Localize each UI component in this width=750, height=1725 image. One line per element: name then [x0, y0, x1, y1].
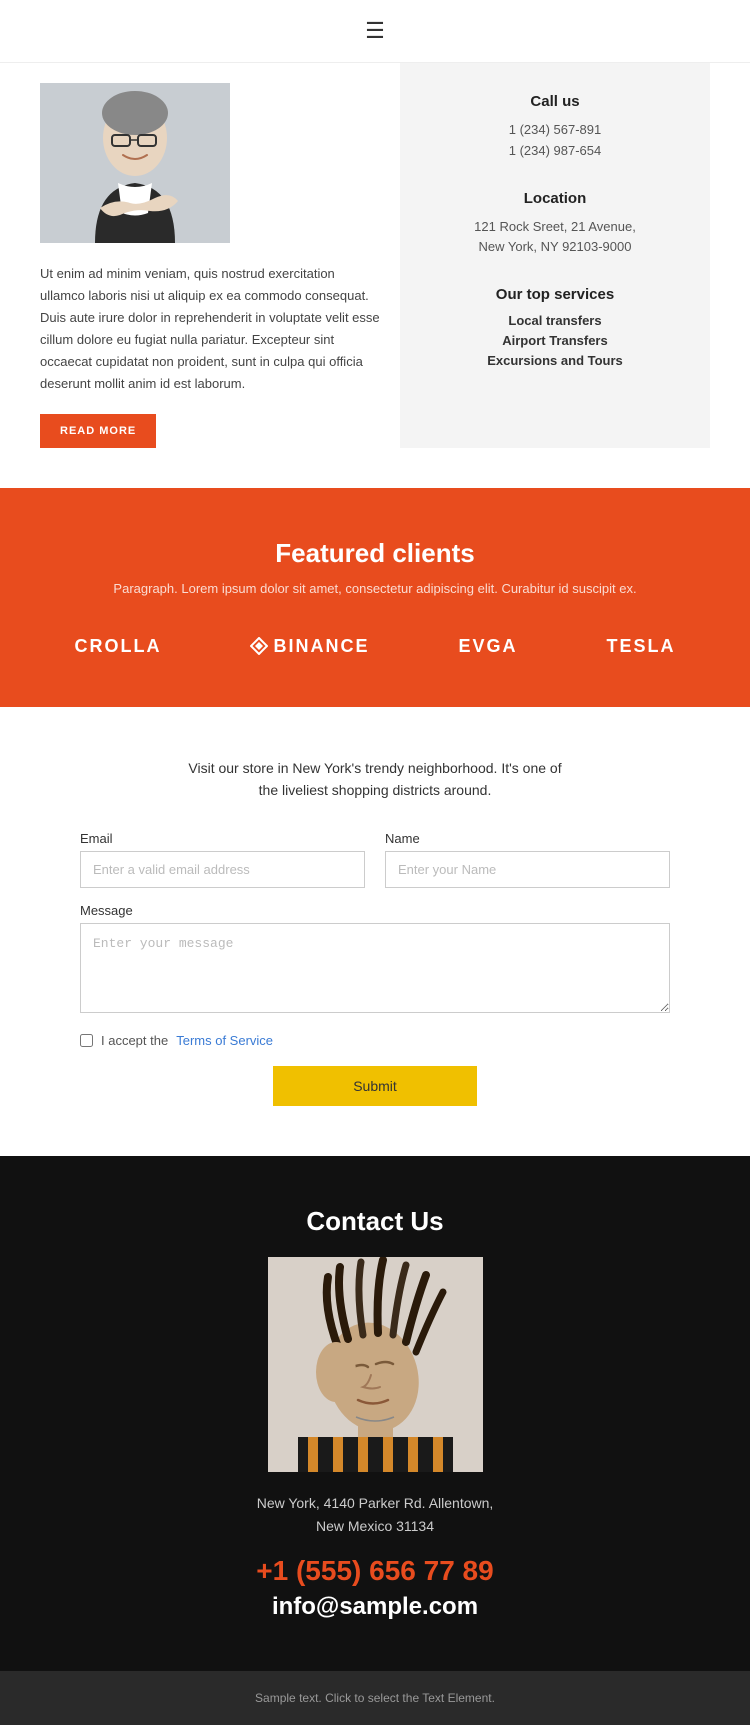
form-section: Visit our store in New York's trendy nei…	[0, 707, 750, 1157]
terms-row: I accept the Terms of Service	[80, 1033, 670, 1048]
form-row-email-name: Email Name	[80, 831, 670, 888]
terms-checkbox[interactable]	[80, 1034, 93, 1047]
message-label: Message	[80, 903, 670, 918]
form-intro: Visit our store in New York's trendy nei…	[80, 757, 670, 802]
contact-section: Contact Us	[0, 1156, 750, 1671]
contact-email: info@sample.com	[40, 1593, 710, 1621]
left-column: Ut enim ad minim veniam, quis nostrud ex…	[40, 63, 380, 448]
featured-section: Featured clients Paragraph. Lorem ipsum …	[0, 488, 750, 707]
client-logo-crolla: CROLLA	[74, 636, 161, 657]
featured-title: Featured clients	[40, 538, 710, 569]
address-line1: 121 Rock Sreet, 21 Avenue,	[425, 217, 685, 238]
service-item-2: Airport Transfers	[425, 333, 685, 348]
right-sidebar: Call us 1 (234) 567-891 1 (234) 987-654 …	[400, 63, 710, 448]
location-section: Location 121 Rock Sreet, 21 Avenue, New …	[425, 190, 685, 259]
read-more-button[interactable]: READ MORE	[40, 414, 156, 448]
hamburger-icon[interactable]: ☰	[365, 18, 385, 44]
name-label: Name	[385, 831, 670, 846]
phone1: 1 (234) 567-891	[425, 120, 685, 141]
service-item-3: Excursions and Tours	[425, 353, 685, 368]
name-group: Name	[385, 831, 670, 888]
phone2: 1 (234) 987-654	[425, 141, 685, 162]
contact-phone: +1 (555) 656 77 89	[40, 1555, 710, 1587]
email-input[interactable]	[80, 851, 365, 888]
services-list: Local transfers Airport Transfers Excurs…	[425, 313, 685, 368]
services-section: Our top services Local transfers Airport…	[425, 286, 685, 368]
client-logo-binance: BINANCE	[250, 636, 369, 657]
message-group: Message	[80, 903, 670, 1018]
address-line2: New York, NY 92103-9000	[425, 237, 685, 258]
featured-subtitle: Paragraph. Lorem ipsum dolor sit amet, c…	[40, 581, 710, 596]
contact-title: Contact Us	[40, 1206, 710, 1237]
message-textarea[interactable]	[80, 923, 670, 1013]
main-section: Ut enim ad minim veniam, quis nostrud ex…	[0, 63, 750, 488]
contact-address: New York, 4140 Parker Rd. Allentown,New …	[40, 1492, 710, 1537]
client-logo-evga: EVGA	[458, 636, 517, 657]
clients-logos: CROLLA BINANCE EVGA TESLA	[40, 636, 710, 657]
client-logo-tesla: TESLA	[606, 636, 675, 657]
contact-form: Email Name Message I accept the Terms of…	[80, 831, 670, 1106]
profile-photo	[40, 83, 230, 243]
footer-text: Sample text. Click to select the Text El…	[255, 1691, 495, 1705]
name-input[interactable]	[385, 851, 670, 888]
call-us-title: Call us	[425, 93, 685, 110]
binance-diamond-icon	[250, 637, 268, 655]
contact-photo	[268, 1257, 483, 1472]
call-us-section: Call us 1 (234) 567-891 1 (234) 987-654	[425, 93, 685, 162]
terms-link[interactable]: Terms of Service	[176, 1033, 273, 1048]
binance-label: BINANCE	[273, 636, 369, 657]
email-group: Email	[80, 831, 365, 888]
bio-text: Ut enim ad minim veniam, quis nostrud ex…	[40, 263, 380, 396]
service-item-1: Local transfers	[425, 313, 685, 328]
top-navigation: ☰	[0, 0, 750, 63]
email-label: Email	[80, 831, 365, 846]
location-title: Location	[425, 190, 685, 207]
submit-button[interactable]: Submit	[273, 1066, 477, 1106]
terms-text: I accept the	[101, 1033, 168, 1048]
footer-bar: Sample text. Click to select the Text El…	[0, 1671, 750, 1725]
services-title: Our top services	[425, 286, 685, 303]
